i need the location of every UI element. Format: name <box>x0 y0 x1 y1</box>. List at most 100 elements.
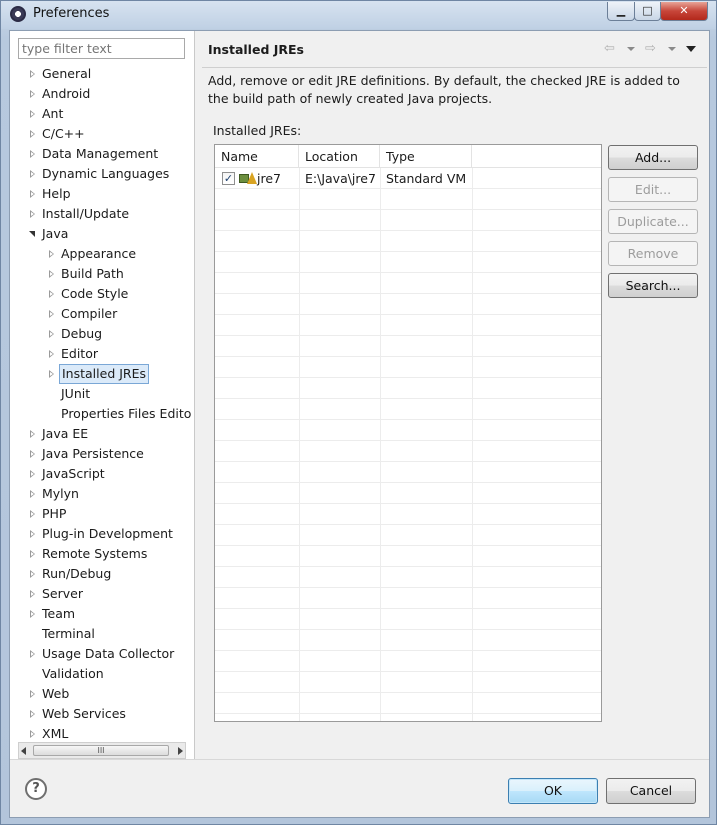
collapsed-arrow-icon[interactable] <box>28 564 38 584</box>
help-icon[interactable]: ? <box>25 778 47 800</box>
collapsed-arrow-icon[interactable] <box>47 284 57 304</box>
tree-item[interactable]: Java EE <box>10 424 195 444</box>
tree-item[interactable]: Installed JREs <box>10 364 195 384</box>
collapsed-arrow-icon[interactable] <box>47 304 57 324</box>
collapsed-arrow-icon[interactable] <box>47 244 57 264</box>
filter-input[interactable] <box>18 38 185 59</box>
jre-default-checkbox[interactable]: ✓ <box>222 172 235 185</box>
scroll-left-icon[interactable] <box>21 747 26 755</box>
collapsed-arrow-icon[interactable] <box>28 424 38 444</box>
tree-item[interactable]: Ant <box>10 104 195 124</box>
collapsed-arrow-icon[interactable] <box>47 344 57 364</box>
table-row <box>215 525 601 546</box>
back-arrow-icon[interactable]: ⇦ <box>604 41 615 57</box>
search-button[interactable]: Search... <box>608 273 698 298</box>
collapsed-arrow-icon[interactable] <box>28 584 38 604</box>
tree-item[interactable]: Install/Update <box>10 204 195 224</box>
tree-item[interactable]: Editor <box>10 344 195 364</box>
collapsed-arrow-icon[interactable] <box>28 484 38 504</box>
tree-item[interactable]: Remote Systems <box>10 544 195 564</box>
back-dropdown-icon[interactable] <box>627 47 635 51</box>
column-divider <box>380 168 381 721</box>
tree-item[interactable]: Compiler <box>10 304 195 324</box>
tree-item[interactable]: Properties Files Edito <box>10 404 195 424</box>
tree-item[interactable]: JavaScript <box>10 464 195 484</box>
tree-item[interactable]: Code Style <box>10 284 195 304</box>
tree-item[interactable]: Java Persistence <box>10 444 195 464</box>
collapsed-arrow-icon[interactable] <box>28 724 38 742</box>
tree-item-label: JavaScript <box>42 466 105 481</box>
tree-item[interactable]: Mylyn <box>10 484 195 504</box>
scrollbar-thumb[interactable]: III <box>33 745 169 756</box>
collapsed-arrow-icon[interactable] <box>28 604 38 624</box>
scroll-right-icon[interactable] <box>178 747 183 755</box>
column-header-name[interactable]: Name <box>215 145 299 168</box>
collapsed-arrow-icon[interactable] <box>47 364 57 384</box>
collapsed-arrow-icon[interactable] <box>28 684 38 704</box>
title-bar[interactable]: Preferences ▁ □ ✕ <box>1 1 716 29</box>
edit-button[interactable]: Edit... <box>608 177 698 202</box>
collapsed-arrow-icon[interactable] <box>28 124 38 144</box>
tree-item[interactable]: Run/Debug <box>10 564 195 584</box>
column-header-type[interactable]: Type <box>380 145 472 168</box>
tree-item[interactable]: Validation <box>10 664 195 684</box>
view-menu-icon[interactable] <box>686 46 696 52</box>
tree-item[interactable]: Appearance <box>10 244 195 264</box>
duplicate-button[interactable]: Duplicate... <box>608 209 698 234</box>
collapsed-arrow-icon[interactable] <box>47 324 57 344</box>
collapsed-arrow-icon[interactable] <box>28 164 38 184</box>
collapsed-arrow-icon[interactable] <box>28 524 38 544</box>
tree-item[interactable]: General <box>10 64 195 84</box>
tree-item[interactable]: Plug-in Development <box>10 524 195 544</box>
ok-button[interactable]: OK <box>508 778 598 804</box>
collapsed-arrow-icon[interactable] <box>28 704 38 724</box>
minimize-button[interactable]: ▁ <box>607 2 635 21</box>
tree-item[interactable]: Data Management <box>10 144 195 164</box>
collapsed-arrow-icon[interactable] <box>28 544 38 564</box>
table-row[interactable]: ✓ jre7 E:\Java\jre7 Standard VM <box>215 168 601 189</box>
tree-item[interactable]: Team <box>10 604 195 624</box>
tree-item[interactable]: Debug <box>10 324 195 344</box>
tree-item[interactable]: Build Path <box>10 264 195 284</box>
jre-table[interactable]: Name Location Type ✓ jre7 E:\Java\jre7 Stan… <box>214 144 602 722</box>
collapsed-arrow-icon[interactable] <box>28 504 38 524</box>
tree-item[interactable]: Usage Data Collector <box>10 644 195 664</box>
horizontal-scrollbar[interactable]: III <box>18 742 186 759</box>
collapsed-arrow-icon[interactable] <box>28 144 38 164</box>
tree-item[interactable]: Help <box>10 184 195 204</box>
collapsed-arrow-icon[interactable] <box>28 644 38 664</box>
tree-item[interactable]: Android <box>10 84 195 104</box>
tree-item[interactable]: Dynamic Languages <box>10 164 195 184</box>
tree-item-label: Web Services <box>42 706 126 721</box>
tree-item[interactable]: PHP <box>10 504 195 524</box>
collapsed-arrow-icon[interactable] <box>28 64 38 84</box>
tree-item[interactable]: C/C++ <box>10 124 195 144</box>
tree-item[interactable]: Server <box>10 584 195 604</box>
collapsed-arrow-icon[interactable] <box>28 104 38 124</box>
collapsed-arrow-icon[interactable] <box>28 204 38 224</box>
cancel-button[interactable]: Cancel <box>606 778 696 804</box>
column-header-location[interactable]: Location <box>299 145 380 168</box>
dialog-client-area: General Android Ant C/C++ Data Management Dyn… <box>9 30 710 818</box>
remove-button[interactable]: Remove <box>608 241 698 266</box>
collapsed-arrow-icon[interactable] <box>28 184 38 204</box>
collapsed-arrow-icon[interactable] <box>28 444 38 464</box>
expanded-arrow-icon[interactable] <box>28 224 38 244</box>
tree-item[interactable]: Web <box>10 684 195 704</box>
tree-item[interactable]: Terminal <box>10 624 195 644</box>
tree-item[interactable]: Web Services <box>10 704 195 724</box>
tree-item[interactable]: XML <box>10 724 195 742</box>
collapsed-arrow-icon[interactable] <box>28 84 38 104</box>
tree-item-label: General <box>42 66 92 81</box>
collapsed-arrow-icon[interactable] <box>28 464 38 484</box>
add-button[interactable]: Add... <box>608 145 698 170</box>
collapsed-arrow-icon[interactable] <box>47 264 57 284</box>
tree-item-label: Dynamic Languages <box>42 166 170 181</box>
maximize-button[interactable]: □ <box>634 2 661 21</box>
tree-item[interactable]: Java <box>10 224 195 244</box>
close-button[interactable]: ✕ <box>660 2 708 21</box>
tree-item-label: Plug-in Development <box>42 526 173 541</box>
forward-dropdown-icon[interactable] <box>668 47 676 51</box>
forward-arrow-icon[interactable]: ⇨ <box>645 41 656 57</box>
tree-item[interactable]: JUnit <box>10 384 195 404</box>
